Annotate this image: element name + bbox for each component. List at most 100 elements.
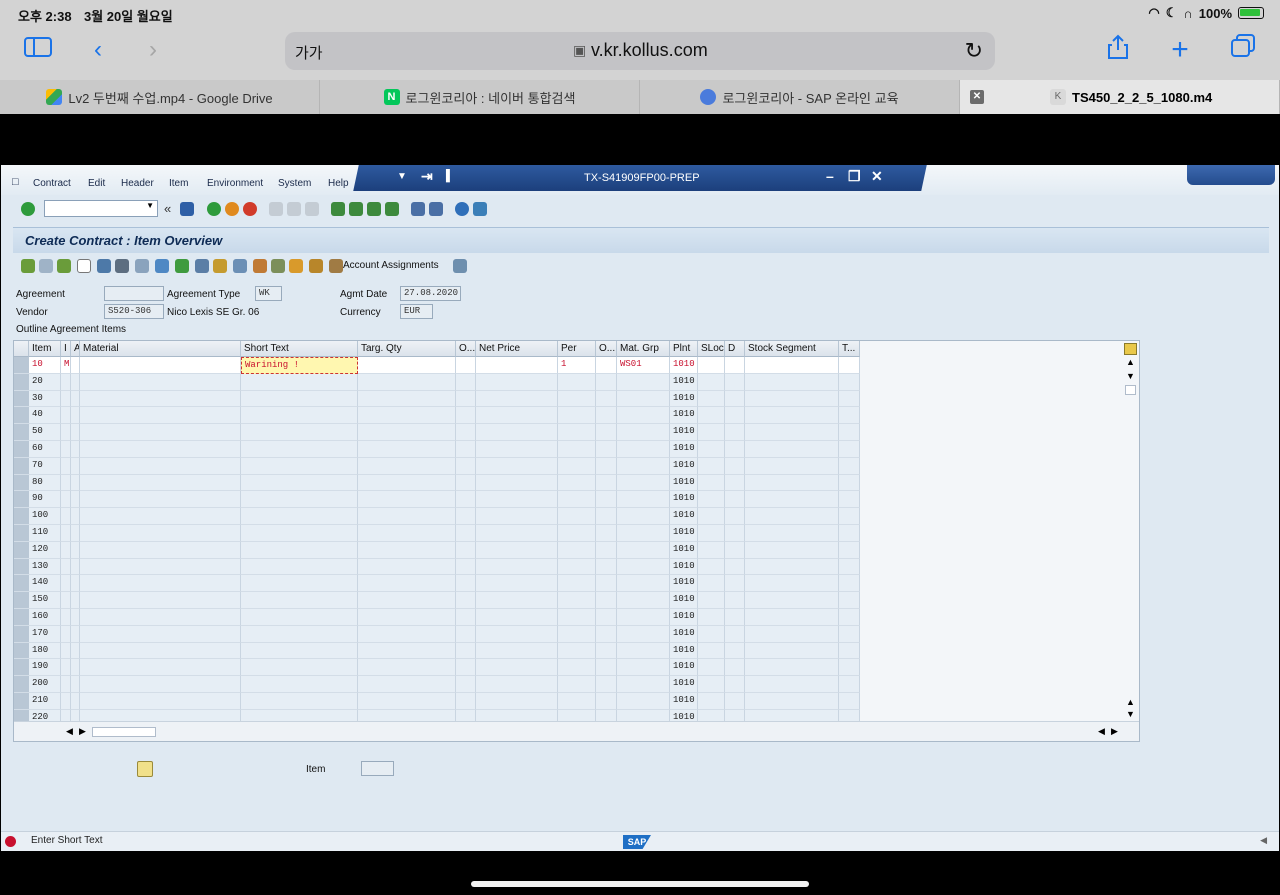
cell-net-price[interactable] [476, 491, 558, 509]
cell-stock-segment[interactable] [745, 390, 839, 408]
cell-i[interactable] [61, 508, 71, 525]
settings-icon[interactable] [453, 259, 467, 273]
cell-item[interactable]: 90 [29, 491, 61, 509]
cell-sloc[interactable] [698, 407, 725, 425]
cell-targ-qty[interactable] [358, 592, 456, 609]
texts-icon[interactable] [213, 259, 227, 273]
table-row[interactable]: 50 1010 [14, 424, 860, 441]
cell-d[interactable] [725, 474, 745, 492]
cell-net-price[interactable] [476, 525, 558, 542]
cell-targ-qty[interactable] [358, 625, 456, 643]
menu-contract[interactable]: Contract [33, 178, 71, 189]
cell-material[interactable] [80, 373, 241, 391]
cell-item[interactable]: 170 [29, 625, 61, 643]
row-selector[interactable] [14, 373, 29, 391]
table-row[interactable]: 20 1010 [14, 373, 860, 391]
col-item-category[interactable]: I [61, 341, 71, 357]
cell-o1[interactable] [456, 525, 476, 542]
cell-o2[interactable] [596, 508, 617, 525]
row-selector[interactable] [14, 676, 29, 693]
item-field[interactable] [361, 761, 394, 776]
statistics-icon[interactable] [309, 259, 323, 273]
scroll-right-icon[interactable]: ▶ [79, 726, 86, 737]
address-bar[interactable]: 가가 ▣ v.kr.kollus.com ↻ [285, 32, 995, 70]
cell-material[interactable] [80, 642, 241, 660]
cell-i[interactable] [61, 676, 71, 693]
row-selector[interactable] [14, 625, 29, 643]
currency-field[interactable]: EUR [400, 304, 433, 319]
cell-a[interactable] [71, 390, 80, 408]
col-net-price[interactable]: Net Price [476, 341, 558, 357]
row-selector[interactable] [14, 424, 29, 441]
menu-edit[interactable]: Edit [88, 178, 105, 189]
cell-net-price[interactable] [476, 441, 558, 458]
cell-per[interactable] [558, 474, 596, 492]
cell-a[interactable] [71, 592, 80, 609]
cell-plnt[interactable]: 1010 [670, 491, 698, 509]
cell-d[interactable] [725, 491, 745, 509]
cell-i[interactable] [61, 609, 71, 626]
row-selector[interactable] [14, 357, 29, 374]
cell-d[interactable] [725, 407, 745, 425]
horizontal-scroll-thumb[interactable] [92, 727, 156, 737]
cell-i[interactable] [61, 525, 71, 542]
cell-short-text[interactable] [241, 373, 358, 391]
cell-d[interactable] [725, 525, 745, 542]
close-tab-icon[interactable]: ✕ [970, 90, 984, 104]
cell-item[interactable]: 120 [29, 541, 61, 559]
vertical-scrollbar[interactable]: ▲ ▼ ▲ ▼ [1124, 357, 1138, 721]
print-preview-icon[interactable] [115, 259, 129, 273]
cell-stock-segment[interactable] [745, 457, 839, 475]
cell-item[interactable]: 140 [29, 575, 61, 593]
table-row[interactable]: 140 1010 [14, 575, 860, 593]
command-field[interactable]: ▼ [44, 200, 158, 217]
sidebar-icon[interactable] [20, 34, 56, 66]
cell-sloc[interactable] [698, 508, 725, 525]
cell-i[interactable] [61, 407, 71, 425]
cell-mat-grp[interactable] [617, 575, 670, 593]
cell-t[interactable] [839, 424, 860, 441]
cell-mat-grp[interactable] [617, 407, 670, 425]
cell-sloc[interactable] [698, 609, 725, 626]
cell-o2[interactable] [596, 457, 617, 475]
back-icon[interactable]: ‹ [80, 34, 116, 66]
cell-mat-grp[interactable] [617, 676, 670, 693]
cell-targ-qty[interactable] [358, 525, 456, 542]
row-selector[interactable] [14, 525, 29, 542]
cell-material[interactable] [80, 357, 241, 374]
vendor-field[interactable]: S520-306 [104, 304, 164, 319]
cell-o1[interactable] [456, 407, 476, 425]
cell-o1[interactable] [456, 441, 476, 458]
cell-sloc[interactable] [698, 659, 725, 677]
delete-icon[interactable] [97, 259, 111, 273]
new-item-icon[interactable] [77, 259, 91, 273]
cell-o2[interactable] [596, 575, 617, 593]
cell-targ-qty[interactable] [358, 508, 456, 525]
cell-mat-grp[interactable] [617, 474, 670, 492]
cell-mat-grp[interactable] [617, 541, 670, 559]
cell-o2[interactable] [596, 441, 617, 458]
cell-i[interactable] [61, 642, 71, 660]
cell-o1[interactable] [456, 676, 476, 693]
cell-stock-segment[interactable] [745, 592, 839, 609]
cell-d[interactable] [725, 558, 745, 576]
col-target-qty[interactable]: Targ. Qty [358, 341, 456, 357]
cell-short-text[interactable]: Warining ! [241, 357, 358, 374]
col-short-text[interactable]: Short Text [241, 341, 358, 357]
help-icon[interactable] [455, 202, 469, 216]
cell-d[interactable] [725, 659, 745, 677]
cell-o2[interactable] [596, 541, 617, 559]
cell-net-price[interactable] [476, 390, 558, 408]
cell-stock-segment[interactable] [745, 357, 839, 374]
cell-o2[interactable] [596, 659, 617, 677]
cell-net-price[interactable] [476, 609, 558, 626]
cell-i[interactable] [61, 491, 71, 509]
cell-net-price[interactable] [476, 659, 558, 677]
menu-header[interactable]: Header [121, 178, 154, 189]
cell-stock-segment[interactable] [745, 491, 839, 509]
cell-net-price[interactable] [476, 592, 558, 609]
pin-icon[interactable]: ⇥ [421, 168, 433, 185]
cell-o1[interactable] [456, 592, 476, 609]
cell-o2[interactable] [596, 693, 617, 710]
cell-stock-segment[interactable] [745, 575, 839, 593]
